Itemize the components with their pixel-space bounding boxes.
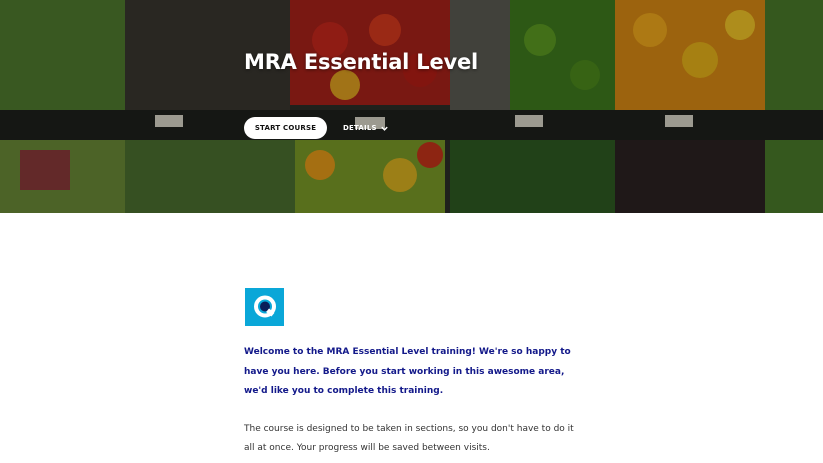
details-toggle[interactable]: DETAILS [343, 121, 389, 135]
course-title: MRA Essential Level [244, 50, 479, 74]
start-course-button[interactable]: START COURSE [244, 117, 327, 139]
details-label: DETAILS [343, 124, 377, 132]
course-description-text: The course is designed to be taken in se… [244, 424, 574, 453]
hero-banner: MRA Essential Level START COURSE DETAILS [0, 0, 823, 213]
welcome-intro-text: Welcome to the MRA Essential Level train… [244, 347, 571, 396]
hero-overlay [0, 0, 823, 213]
q-logo-icon [245, 288, 284, 326]
chevron-down-icon [381, 126, 388, 131]
q-letter-icon [253, 295, 276, 318]
